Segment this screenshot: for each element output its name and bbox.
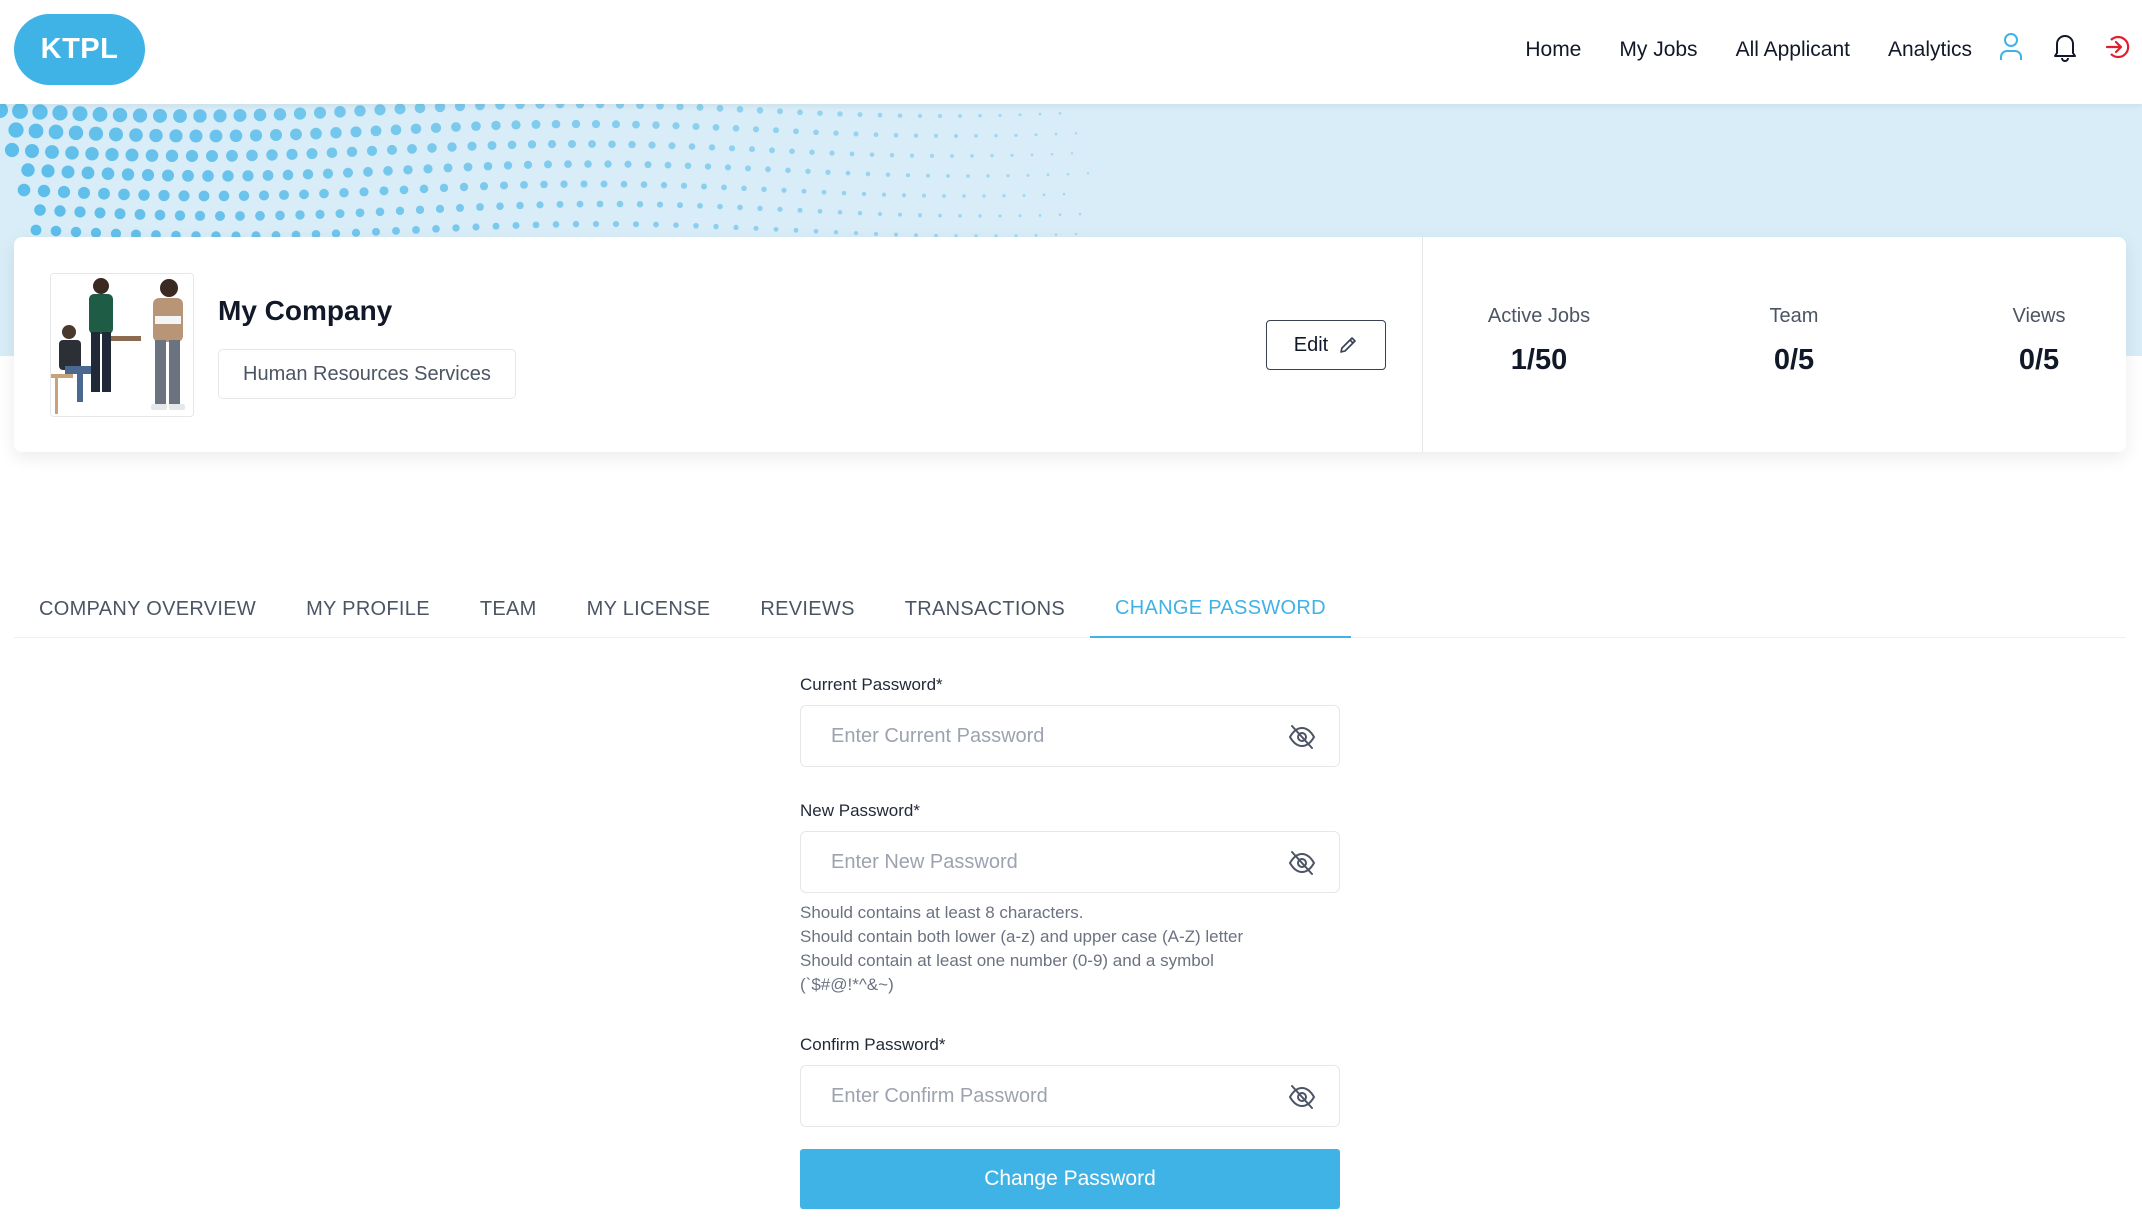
stat-value: 1/50 (1510, 344, 1568, 376)
tab-my-profile[interactable]: MY PROFILE (281, 580, 455, 638)
profile-tabs: COMPANY OVERVIEW MY PROFILE TEAM MY LICE… (14, 580, 2126, 638)
stat-team: Team 0/5 (1734, 305, 1854, 377)
stat-label: Team (1769, 305, 1819, 327)
tab-change-password[interactable]: CHANGE PASSWORD (1090, 580, 1351, 638)
industry-tag: Human Resources Services (218, 349, 516, 399)
new-password-field (800, 831, 1340, 893)
tab-company-overview[interactable]: COMPANY OVERVIEW (14, 580, 281, 638)
nav-home[interactable]: Home (1525, 38, 1581, 62)
eye-off-icon[interactable] (1287, 722, 1317, 752)
new-password-label: New Password* (800, 801, 920, 820)
current-password-label: Current Password* (800, 675, 943, 694)
tab-transactions[interactable]: TRANSACTIONS (880, 580, 1090, 638)
password-hint: Should contains at least 8 characters. (800, 903, 1084, 922)
tab-my-license[interactable]: MY LICENSE (562, 580, 736, 638)
stat-value: 0/5 (1773, 344, 1815, 376)
confirm-password-input[interactable] (801, 1066, 1339, 1126)
logo[interactable]: KTPL (14, 14, 145, 85)
change-password-button[interactable]: Change Password (800, 1149, 1340, 1209)
company-name: My Company (218, 295, 393, 326)
nav-analytics[interactable]: Analytics (1888, 38, 1972, 62)
edit-profile-button[interactable]: Edit (1266, 320, 1386, 370)
top-navbar: KTPL Home My Jobs All Applicant Analytic… (0, 0, 2142, 104)
logout-icon[interactable] (2104, 30, 2134, 64)
card-divider (1422, 237, 1423, 452)
nav-my-jobs[interactable]: My Jobs (1619, 38, 1697, 62)
eye-off-icon[interactable] (1287, 848, 1317, 878)
new-password-input[interactable] (801, 832, 1339, 892)
company-logo-image (50, 273, 194, 417)
nav-icons (1996, 30, 2134, 64)
tab-team[interactable]: TEAM (455, 580, 562, 638)
company-profile-card: My Company Human Resources Services Edit… (14, 237, 2126, 452)
bell-icon[interactable] (2050, 30, 2080, 64)
eye-off-icon[interactable] (1287, 1082, 1317, 1112)
pencil-icon (1340, 337, 1357, 353)
password-requirements: Should contains at least 8 characters. S… (800, 901, 1280, 997)
change-password-form: Current Password* New Password* Should c… (800, 675, 1340, 1209)
stat-views: Views 0/5 (1984, 305, 2094, 377)
edit-button-label: Edit (1293, 333, 1329, 356)
stat-label: Active Jobs (1487, 305, 1591, 327)
tab-reviews[interactable]: REVIEWS (735, 580, 879, 638)
confirm-password-field (800, 1065, 1340, 1127)
password-hint: Should contain both lower (a-z) and uppe… (800, 927, 1244, 946)
stat-label: Views (2012, 305, 2066, 327)
nav-all-applicant[interactable]: All Applicant (1736, 38, 1850, 62)
current-password-field (800, 705, 1340, 767)
password-hint: Should contain at least one number (0-9)… (800, 951, 1214, 994)
stat-active-jobs: Active Jobs 1/50 (1469, 305, 1609, 377)
current-password-input[interactable] (801, 706, 1339, 766)
user-icon[interactable] (1996, 30, 2026, 64)
confirm-password-label: Confirm Password* (800, 1035, 946, 1054)
stat-value: 0/5 (2018, 344, 2060, 376)
nav-links: Home My Jobs All Applicant Analytics (1525, 0, 1972, 100)
